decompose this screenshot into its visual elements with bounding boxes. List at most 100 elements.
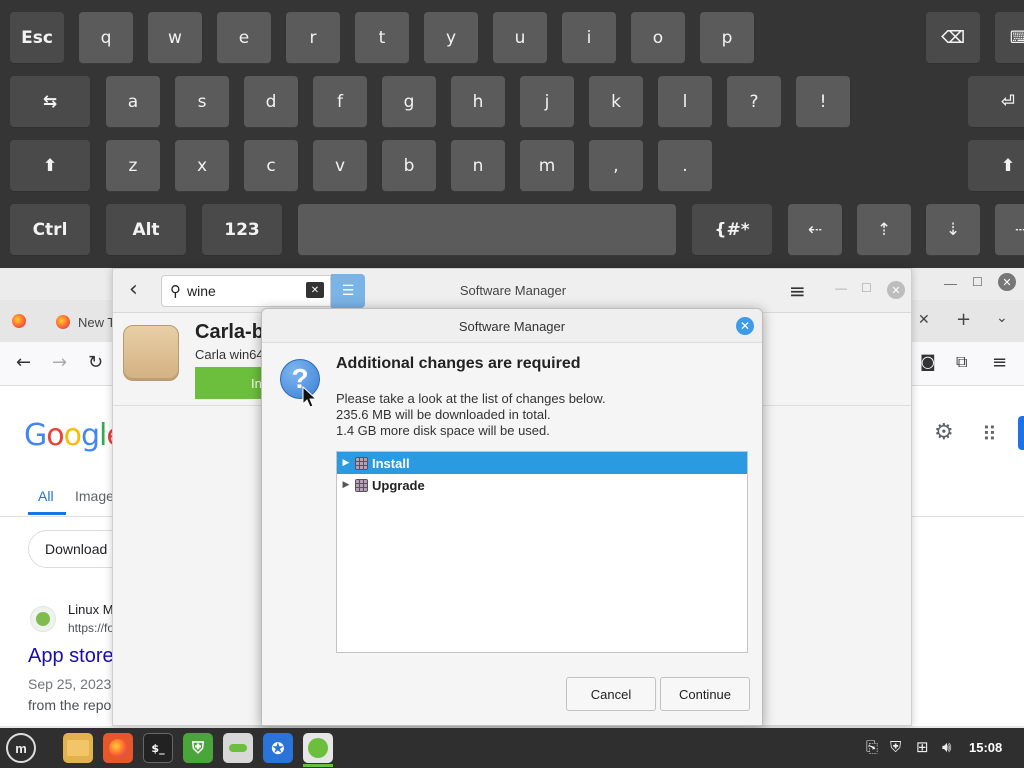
key-j[interactable]: j (520, 76, 574, 128)
key-symbols[interactable]: {#* (692, 204, 772, 256)
key-shift-left[interactable]: ⬆ (10, 140, 90, 192)
linux-mint-icon: m (15, 740, 27, 756)
key-e[interactable]: e (217, 12, 271, 64)
key-x[interactable]: x (175, 140, 229, 192)
active-tab-indicator (28, 512, 66, 515)
pocket-icon[interactable]: ◙ (920, 352, 936, 371)
backspace-icon: ⌫ (940, 28, 966, 48)
key-left[interactable]: ⇠ (788, 204, 842, 256)
firefox-app[interactable] (103, 733, 133, 763)
key-z[interactable]: z (106, 140, 160, 192)
firefox-icon[interactable] (12, 314, 26, 328)
clipboard-icon[interactable]: ⎘ (866, 738, 878, 756)
key-keyboard-toggle[interactable]: ⌨ (995, 12, 1024, 64)
tree-item-upgrade[interactable]: ▶ Upgrade (337, 474, 747, 496)
key-alt[interactable]: Alt (106, 204, 186, 256)
key-y[interactable]: y (424, 12, 478, 64)
files-app[interactable] (63, 733, 93, 763)
cancel-button[interactable]: Cancel (566, 677, 656, 711)
back-icon[interactable]: ← (16, 352, 31, 373)
result-snippet: from the repo (28, 697, 112, 713)
key-backspace[interactable]: ⌫ (926, 12, 980, 64)
key-comma[interactable]: , (589, 140, 643, 192)
key-w[interactable]: w (148, 12, 202, 64)
key-esc[interactable]: Esc (10, 12, 64, 64)
forward-icon[interactable]: → (52, 352, 67, 373)
key-m[interactable]: m (520, 140, 574, 192)
gear-icon[interactable]: ⚙ (934, 420, 954, 445)
shift-icon: ⬆ (42, 156, 58, 176)
network-icon[interactable]: ⊞ (916, 738, 929, 756)
shield-icon[interactable]: ⛨ (890, 738, 901, 756)
key-v[interactable]: v (313, 140, 367, 192)
sign-in-button[interactable] (1018, 416, 1024, 450)
menu-icon[interactable]: ≡ (992, 352, 1007, 373)
minimize-icon[interactable]: — (835, 281, 847, 295)
terminal-app[interactable]: $_ (143, 733, 173, 763)
key-ctrl[interactable]: Ctrl (10, 204, 90, 256)
chevron-down-icon[interactable]: ⌄ (996, 310, 1008, 326)
key-a[interactable]: a (106, 76, 160, 128)
key-o[interactable]: o (631, 12, 685, 64)
key-right[interactable]: ⇢ (995, 204, 1024, 256)
key-exclaim[interactable]: ! (796, 76, 850, 128)
key-shift-right[interactable]: ⬆ (968, 140, 1024, 192)
tab-all[interactable]: All (38, 488, 54, 504)
key-h[interactable]: h (451, 76, 505, 128)
hamburger-menu-icon[interactable]: ≡ (789, 279, 806, 303)
key-tab[interactable]: ⇆ (10, 76, 90, 128)
keyboard-icon: ⌨ (1009, 28, 1024, 48)
update-manager-app[interactable]: ⛨ (183, 733, 213, 763)
tab-close-icon[interactable]: ✕ (918, 312, 930, 328)
maximize-icon[interactable]: ☐ (972, 275, 983, 289)
key-123[interactable]: 123 (202, 204, 282, 256)
minimize-icon[interactable]: — (944, 276, 957, 291)
key-k[interactable]: k (589, 76, 643, 128)
key-c[interactable]: c (244, 140, 298, 192)
key-i[interactable]: i (562, 12, 616, 64)
key-t[interactable]: t (355, 12, 409, 64)
key-l[interactable]: l (658, 76, 712, 128)
key-r[interactable]: r (286, 12, 340, 64)
settings-app[interactable] (223, 733, 253, 763)
key-enter[interactable]: ⏎ (968, 76, 1024, 128)
key-up[interactable]: ⇡ (857, 204, 911, 256)
package-group-icon (355, 478, 368, 492)
key-s[interactable]: s (175, 76, 229, 128)
key-period[interactable]: . (658, 140, 712, 192)
result-title-link[interactable]: App store (28, 645, 114, 668)
apps-grid-icon[interactable]: ⠿ (982, 422, 997, 446)
extensions-icon[interactable]: ⧉ (956, 352, 967, 372)
result-site-name: Linux M (68, 602, 114, 617)
key-space[interactable] (298, 204, 676, 256)
start-menu-button[interactable]: m (6, 733, 36, 763)
continue-button[interactable]: Continue (660, 677, 750, 711)
key-down[interactable]: ⇣ (926, 204, 980, 256)
reload-icon[interactable]: ↻ (88, 352, 103, 373)
expander-arrow-icon[interactable]: ▶ (337, 458, 355, 468)
key-p[interactable]: p (700, 12, 754, 64)
volume-icon[interactable]: 🔊︎ (942, 738, 951, 756)
shield-icon: ⛨ (191, 738, 204, 757)
tree-item-install[interactable]: ▶ Install (337, 452, 747, 474)
tab-images[interactable]: Image (75, 488, 114, 504)
close-icon[interactable]: ✕ (887, 281, 905, 299)
key-d[interactable]: d (244, 76, 298, 128)
close-icon[interactable]: ✕ (736, 317, 754, 335)
maximize-icon[interactable]: ☐ (861, 281, 872, 295)
software-manager-app[interactable] (303, 733, 333, 763)
key-b[interactable]: b (382, 140, 436, 192)
browser-tab[interactable]: New T (56, 306, 115, 338)
key-f[interactable]: f (313, 76, 367, 128)
key-q[interactable]: q (79, 12, 133, 64)
expander-arrow-icon[interactable]: ▶ (337, 480, 355, 490)
key-n[interactable]: n (451, 140, 505, 192)
active-app-indicator (303, 764, 333, 767)
new-tab-icon[interactable]: + (956, 309, 971, 330)
key-u[interactable]: u (493, 12, 547, 64)
key-question[interactable]: ? (727, 76, 781, 128)
close-icon[interactable]: ✕ (998, 273, 1016, 291)
accessibility-app[interactable]: ✪ (263, 733, 293, 763)
key-g[interactable]: g (382, 76, 436, 128)
clock[interactable]: 15:08 (969, 740, 1002, 755)
